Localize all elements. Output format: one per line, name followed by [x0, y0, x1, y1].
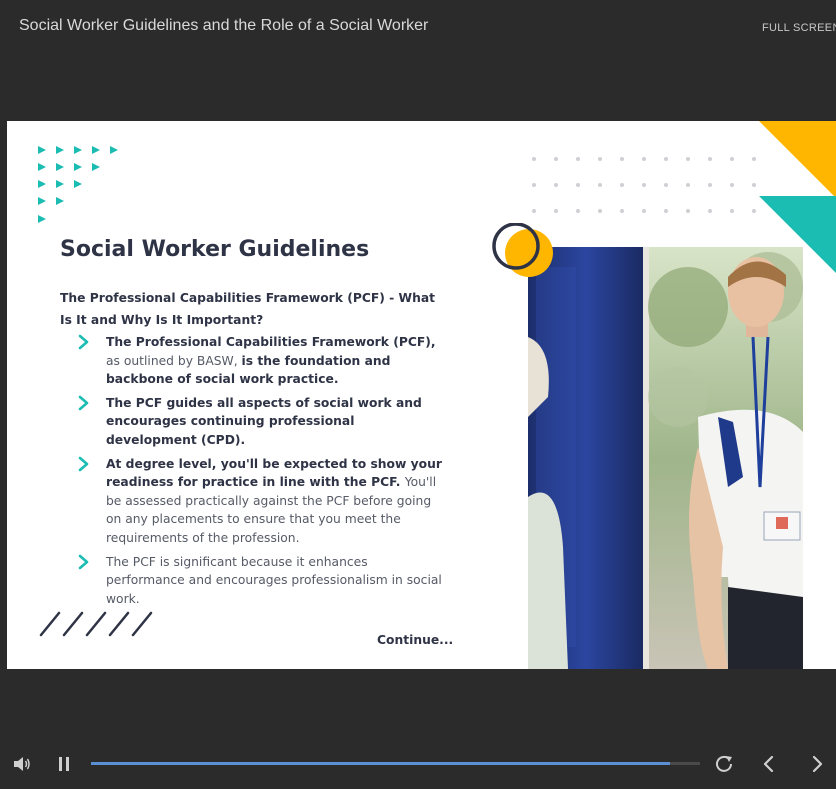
bullet-text: The Professional Capabilities Framework … [106, 335, 436, 386]
social-worker-photo [528, 247, 803, 669]
chevron-right-icon [78, 456, 89, 471]
volume-icon[interactable] [10, 752, 34, 776]
replay-icon[interactable] [712, 752, 736, 776]
progress-bar[interactable] [91, 762, 700, 765]
bullet-text-bold: The PCF guides all aspects of social wor… [106, 395, 422, 447]
circle-accent-decoration [491, 222, 557, 287]
chevron-right-icon [78, 334, 89, 350]
progress-fill [91, 762, 670, 765]
pause-icon[interactable] [52, 752, 76, 776]
bullet-text: The PCF guides all aspects of social wor… [106, 396, 422, 447]
list-item: The PCF guides all aspects of social wor… [77, 394, 447, 450]
course-title: Social Worker Guidelines and the Role of… [19, 17, 429, 34]
player-controls [0, 740, 836, 789]
slide-title: Social Worker Guidelines [60, 237, 370, 262]
bullet-text-bold: At degree level, you'll be expected to s… [106, 456, 442, 490]
bullet-text-bold: The Professional Capabilities Framework … [106, 335, 436, 349]
chevron-right-icon [78, 554, 89, 569]
slide-canvas: Social Worker Guidelines The Professiona… [7, 121, 836, 669]
pcf-subheading: The Professional Capabilities Framework … [60, 291, 436, 327]
bullet-list: The Professional Capabilities Framework … [77, 333, 447, 613]
previous-icon[interactable] [757, 752, 781, 776]
next-icon[interactable] [805, 752, 829, 776]
bullet-text-regular: as outlined by BASW, [106, 353, 242, 368]
list-item: At degree level, you'll be expected to s… [77, 455, 447, 548]
bullet-text-regular: The PCF is significant because it enhanc… [106, 554, 442, 606]
player-header: Social Worker Guidelines and the Role of… [0, 0, 836, 56]
list-item: The PCF is significant because it enhanc… [77, 553, 447, 609]
dot-grid-decoration [529, 153, 769, 219]
fullscreen-button[interactable]: FULL SCREEN [762, 22, 836, 34]
bullet-text: The PCF is significant because it enhanc… [106, 555, 442, 606]
triangle-pattern-decoration [38, 146, 128, 231]
list-item: The Professional Capabilities Framework … [77, 333, 447, 389]
chevron-right-icon [78, 395, 89, 411]
bullet-text: At degree level, you'll be expected to s… [106, 457, 442, 545]
slash-lines-decoration [39, 611, 159, 641]
yellow-corner-shape [759, 121, 836, 202]
continue-button[interactable]: Continue... [377, 633, 453, 647]
